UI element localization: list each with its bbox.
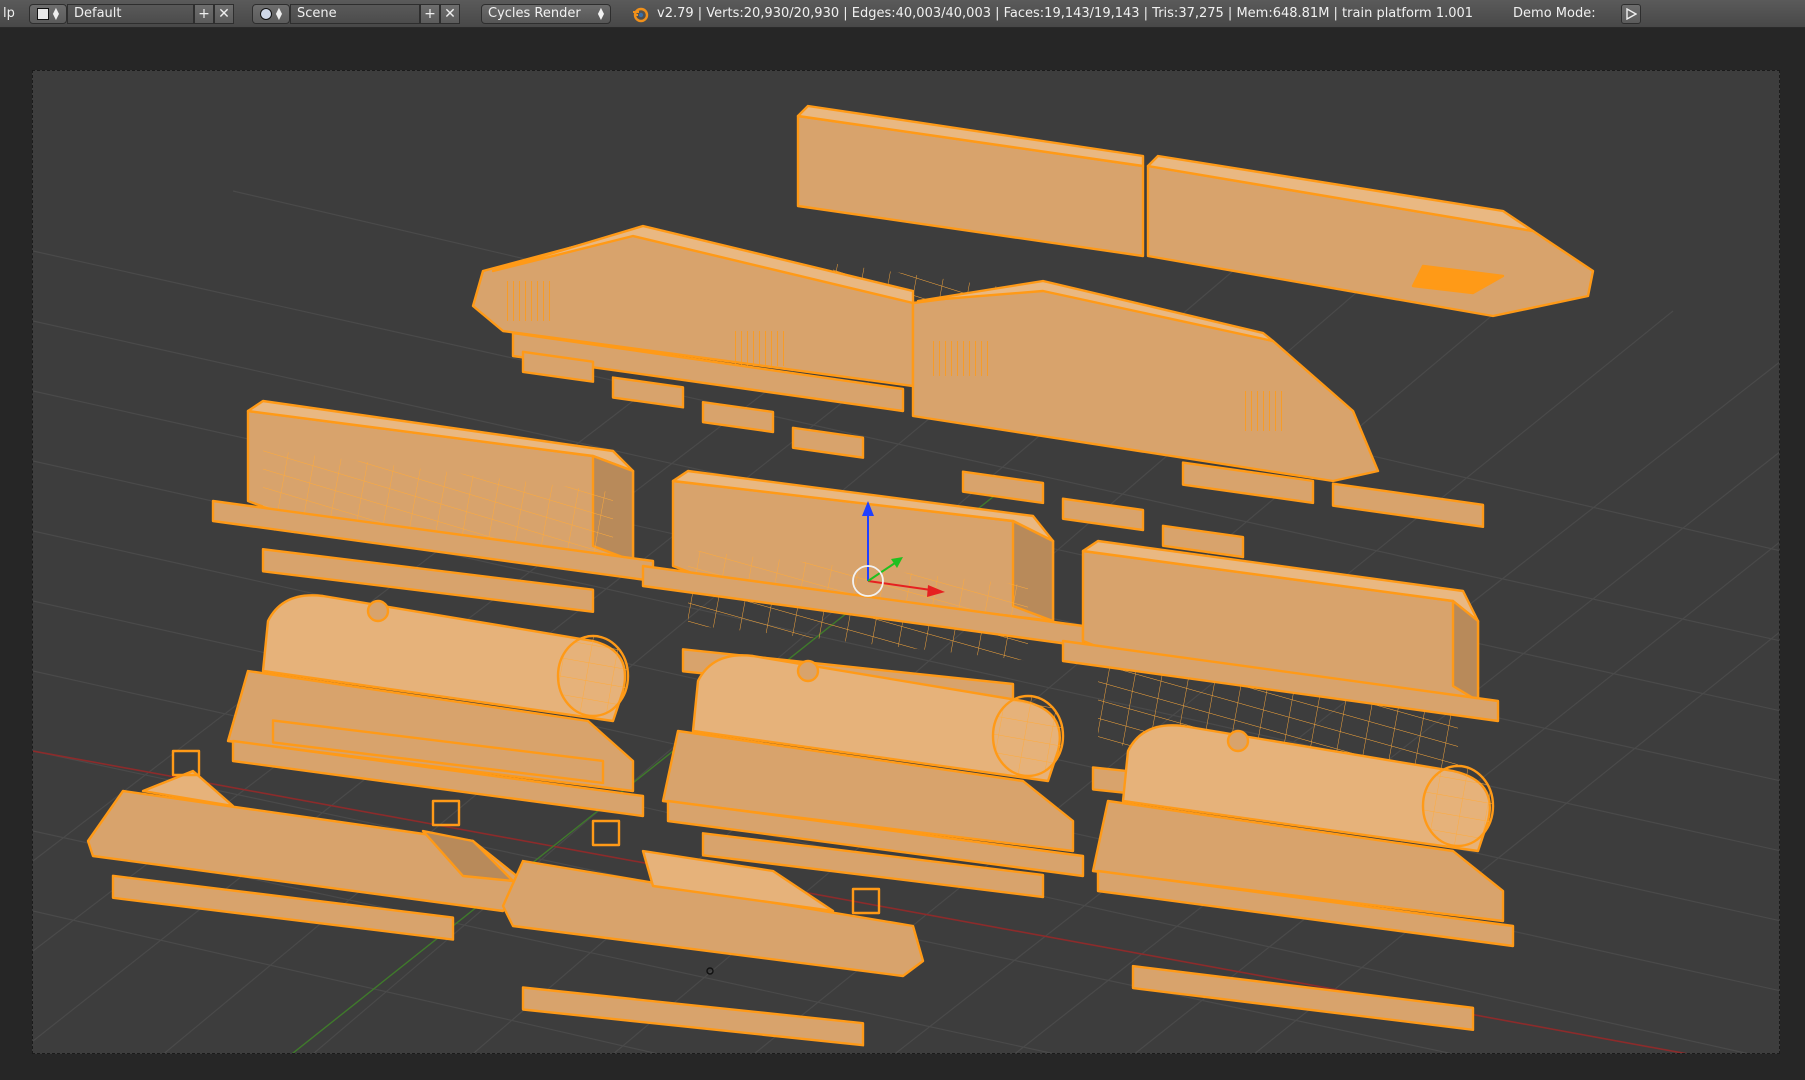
tank-car-a[interactable] — [226, 594, 645, 818]
boxcar-a[interactable] — [211, 399, 655, 613]
plus-icon: + — [424, 5, 436, 22]
add-scene-button[interactable]: + — [420, 3, 440, 24]
scene-name-field[interactable]: Scene — [290, 3, 420, 24]
screen-layout-selector-button[interactable]: ▲ ▼ — [29, 3, 67, 24]
chevron-updown-icon: ▲ ▼ — [597, 5, 604, 21]
plus-icon: + — [198, 5, 210, 22]
add-layout-button[interactable]: + — [194, 3, 214, 24]
close-icon: ✕ — [218, 5, 230, 22]
scene-icon — [259, 7, 272, 20]
remove-scene-button[interactable]: ✕ — [440, 3, 460, 24]
blender-logo-icon — [631, 5, 649, 23]
header-menu-fragment[interactable]: lp — [0, 6, 25, 21]
render-engine-label: Cycles Render — [488, 6, 581, 21]
scene-selector-button[interactable]: ▲ ▼ — [252, 3, 290, 24]
close-icon: ✕ — [444, 5, 456, 22]
info-header: lp ▲ ▼ Default + ✕ ▲ ▼ Scene + ✕ Cycles Re… — [0, 0, 1805, 28]
screen-layout-icon — [36, 7, 49, 20]
remove-layout-button[interactable]: ✕ — [214, 3, 234, 24]
demo-mode-play-button[interactable] — [1620, 3, 1641, 24]
layout-name-field[interactable]: Default — [67, 3, 194, 24]
play-icon — [1625, 7, 1637, 20]
tank-car-b[interactable] — [661, 654, 1085, 899]
diesel-locomotive-a[interactable] — [471, 224, 915, 459]
chevron-updown-icon: ▲ ▼ — [52, 5, 60, 21]
chevron-updown-icon: ▲ ▼ — [275, 5, 283, 21]
viewport-canvas[interactable] — [33, 71, 1780, 1054]
render-engine-select[interactable]: Cycles Render ▲ ▼ — [481, 3, 611, 24]
demo-mode-label: Demo Mode: — [1513, 6, 1596, 21]
3d-viewport[interactable] — [32, 70, 1780, 1054]
scene-statistics: v2.79 | Verts:20,930/20,930 | Edges:40,0… — [657, 6, 1474, 21]
